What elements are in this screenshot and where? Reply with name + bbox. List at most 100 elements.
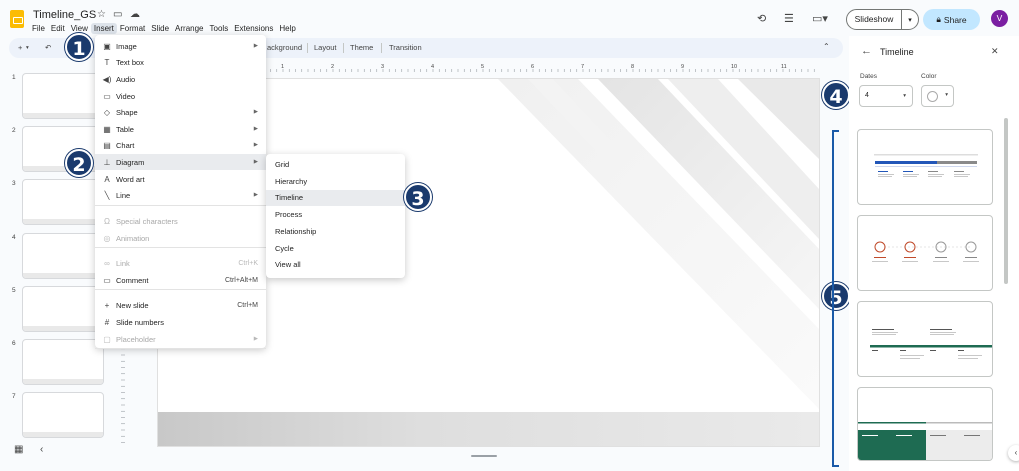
submenu-item-grid[interactable]: Grid xyxy=(266,157,405,173)
submenu-item-timeline[interactable]: Timeline xyxy=(266,190,405,207)
menu-item-text-box[interactable]: T Text box xyxy=(95,54,266,70)
menu-item-video[interactable]: ▭ Video xyxy=(95,88,266,104)
dates-select[interactable]: 4 ▾ xyxy=(859,85,913,107)
menu-item-chart[interactable]: ▤ Chart ▶ xyxy=(95,137,266,153)
slide-thumbnail[interactable] xyxy=(22,233,104,279)
history-icon[interactable]: ⟲ xyxy=(757,12,766,25)
menu-divider xyxy=(95,247,266,248)
ruler-number: 10 xyxy=(731,64,737,70)
submenu-item-view-all[interactable]: View all xyxy=(266,257,405,273)
menu-item-diagram[interactable]: ⊥ Diagram ▶ xyxy=(95,154,266,170)
timeline-template-1[interactable] xyxy=(857,129,993,205)
share-label: Share xyxy=(943,14,967,25)
submenu-item-relationship[interactable]: Relationship xyxy=(266,224,405,240)
timeline-template-4[interactable] xyxy=(857,387,993,461)
slide-thumbnail[interactable] xyxy=(22,339,104,385)
submenu-arrow-icon: ▶ xyxy=(253,192,258,198)
menu-file[interactable]: File xyxy=(29,23,48,34)
shortcut-hint: Ctrl+M xyxy=(237,301,258,309)
menu-edit[interactable]: Edit xyxy=(48,23,68,34)
submenu-item-process[interactable]: Process xyxy=(266,207,405,223)
move-folder-icon[interactable]: ▭ xyxy=(113,9,122,20)
dates-label: Dates xyxy=(860,73,877,80)
menu-format[interactable]: Format xyxy=(117,23,148,34)
submenu-arrow-icon: ▶ xyxy=(253,43,258,49)
menu-item-slide-numbers[interactable]: # Slide numbers xyxy=(95,314,266,330)
menu-item-label: Audio xyxy=(116,74,136,84)
chevron-left-icon[interactable]: ‹ xyxy=(1008,445,1019,461)
comment-icon: ▭ xyxy=(103,275,111,285)
close-icon[interactable]: ✕ xyxy=(991,46,999,57)
panel-scrollbar[interactable] xyxy=(1004,118,1008,284)
menu-item-label: Diagram xyxy=(116,157,145,167)
transition-button[interactable]: Transition xyxy=(389,43,422,52)
ruler-number: 9 xyxy=(681,64,684,70)
slide-thumbnail[interactable] xyxy=(22,286,104,332)
menu-item-new-slide[interactable]: + New slide Ctrl+M xyxy=(95,297,266,313)
slide-thumbnail[interactable] xyxy=(22,73,104,119)
layout-button[interactable]: Layout xyxy=(314,43,337,52)
slide-thumbnail[interactable] xyxy=(22,179,104,225)
new-slide-icon[interactable]: + xyxy=(18,43,22,52)
menu-item-audio[interactable]: ◀) Audio xyxy=(95,71,266,87)
share-button[interactable]: 🔒︎ Share xyxy=(923,9,980,30)
menu-divider xyxy=(95,205,266,206)
collapse-toolbar-icon[interactable]: ⌃ xyxy=(823,42,830,51)
cloud-status-icon[interactable]: ☁ xyxy=(130,9,140,20)
line-icon: ╲ xyxy=(104,190,110,200)
menu-item-label: Video xyxy=(116,91,136,101)
background-button[interactable]: ackground xyxy=(267,43,302,52)
grid-view-icon[interactable]: ▦ xyxy=(14,444,23,455)
menu-item-table[interactable]: ▦ Table ▶ xyxy=(95,121,266,137)
color-select[interactable]: ▾ xyxy=(921,85,954,107)
menu-item-word-art[interactable]: A Word art xyxy=(95,171,266,187)
dropdown-icon: ▾ xyxy=(903,93,906,99)
slide-number: 6 xyxy=(12,340,16,347)
dropdown-icon: ▾ xyxy=(945,92,948,98)
avatar[interactable]: V xyxy=(991,10,1008,27)
menu-item-comment[interactable]: ▭ Comment Ctrl+Alt+M xyxy=(95,272,266,288)
timeline-template-3[interactable] xyxy=(857,301,993,377)
slide-number: 5 xyxy=(12,287,16,294)
menu-item-animation: ◎ Animation xyxy=(95,230,266,246)
menu-item-link: ∞ Link Ctrl+K xyxy=(95,255,266,271)
menu-tools[interactable]: Tools xyxy=(207,23,232,34)
undo-icon[interactable]: ↶ xyxy=(45,43,51,52)
menu-slide[interactable]: Slide xyxy=(148,23,172,34)
placeholder-icon: ▢ xyxy=(103,334,111,344)
slideshow-dropdown-icon[interactable]: ▾ xyxy=(902,16,918,24)
step-badge-1: 1 xyxy=(65,33,93,61)
new-slide-dropdown-icon[interactable]: ▾ xyxy=(26,45,29,51)
menu-item-label: Text box xyxy=(116,57,144,67)
meet-icon[interactable]: ▭▾ xyxy=(812,12,828,25)
ruler-number: 1 xyxy=(281,64,284,70)
menu-extensions[interactable]: Extensions xyxy=(231,23,276,34)
slideshow-button[interactable]: Slideshow ▾ xyxy=(846,9,919,30)
menu-item-line[interactable]: ╲ Line ▶ xyxy=(95,187,266,203)
ruler-number: 6 xyxy=(531,64,534,70)
comments-icon[interactable]: ☰ xyxy=(784,12,794,25)
menu-item-image[interactable]: ▣ Image ▶ xyxy=(95,38,266,54)
lock-icon: 🔒︎ xyxy=(936,14,941,24)
slide-thumbnail[interactable] xyxy=(22,392,104,438)
theme-button[interactable]: Theme xyxy=(350,43,373,52)
star-icon[interactable]: ☆ xyxy=(97,9,106,20)
image-icon: ▣ xyxy=(103,41,111,51)
menu-help[interactable]: Help xyxy=(276,23,298,34)
color-label: Color xyxy=(921,73,937,80)
ruler-number: 11 xyxy=(781,64,787,70)
ruler-number: 4 xyxy=(431,64,434,70)
menu-item-shape[interactable]: ◇ Shape ▶ xyxy=(95,104,266,120)
menu-arrange[interactable]: Arrange xyxy=(172,23,206,34)
back-arrow-icon[interactable]: ← xyxy=(861,45,872,57)
submenu-item-hierarchy[interactable]: Hierarchy xyxy=(266,174,405,190)
slides-logo[interactable] xyxy=(10,10,24,28)
step-badge-4: 4 xyxy=(822,81,850,109)
chevron-left-icon[interactable]: ‹ xyxy=(40,444,43,455)
timeline-template-2[interactable] xyxy=(857,215,993,291)
submenu-item-cycle[interactable]: Cycle xyxy=(266,241,405,257)
notes-resize-handle[interactable] xyxy=(471,455,497,457)
toolbar-divider xyxy=(381,43,382,53)
document-title[interactable]: Timeline_GS xyxy=(33,9,96,21)
menu-insert[interactable]: Insert xyxy=(90,23,117,34)
